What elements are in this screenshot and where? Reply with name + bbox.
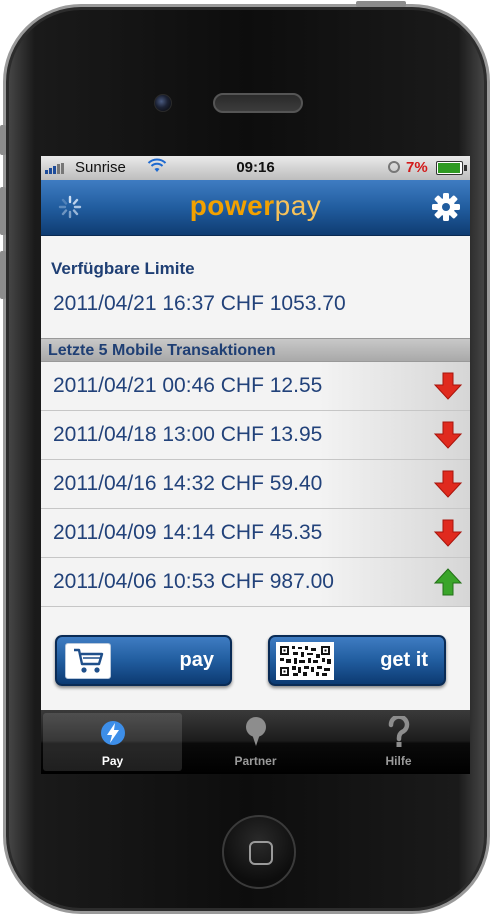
arrow-down-icon xyxy=(433,421,463,449)
tab-pay[interactable]: Pay xyxy=(43,713,182,771)
app-logo: powerpay xyxy=(41,190,470,222)
battery-icon xyxy=(436,161,467,175)
mute-switch xyxy=(0,125,6,155)
transactions-list: 2011/04/21 00:46 CHF 12.55 2011/04/18 13… xyxy=(41,362,470,607)
cart-icon xyxy=(65,643,111,679)
volume-up-button xyxy=(0,187,6,235)
transaction-row[interactable]: 2011/04/16 14:32 CHF 59.40 xyxy=(41,460,470,509)
pay-button-label: pay xyxy=(179,649,214,671)
transaction-text: 2011/04/16 14:32 CHF 59.40 xyxy=(53,472,323,495)
get-it-button[interactable]: get it xyxy=(268,635,446,686)
limit-title: Verfügbare Limite xyxy=(51,259,195,278)
screen: Sunrise 09:16 7% powerpay Verfügbare Lim… xyxy=(41,156,470,774)
question-icon xyxy=(388,714,409,747)
logo-power-text: power xyxy=(189,190,275,221)
arrow-down-icon xyxy=(433,372,463,400)
pay-icon xyxy=(100,721,125,745)
transactions-header: Letzte 5 Mobile Transaktionen xyxy=(41,338,470,362)
transaction-row[interactable]: 2011/04/21 00:46 CHF 12.55 xyxy=(41,362,470,411)
transaction-row[interactable]: 2011/04/09 14:14 CHF 45.35 xyxy=(41,509,470,558)
pay-button[interactable]: pay xyxy=(55,635,232,686)
transaction-row[interactable]: 2011/04/18 13:00 CHF 13.95 xyxy=(41,411,470,460)
tab-pay-label: Pay xyxy=(101,754,124,768)
arrow-down-icon xyxy=(433,470,463,498)
power-button xyxy=(356,1,406,7)
tab-hilfe[interactable]: Hilfe xyxy=(327,710,470,774)
qr-code-icon xyxy=(276,642,334,680)
get-it-button-label: get it xyxy=(380,649,428,671)
rotation-lock-icon xyxy=(388,161,400,173)
tab-bar: Pay Partner Hilfe xyxy=(41,710,470,774)
home-button[interactable] xyxy=(222,815,296,889)
arrow-up-icon xyxy=(433,568,463,596)
arrow-down-icon xyxy=(433,519,463,547)
transaction-text: 2011/04/09 14:14 CHF 45.35 xyxy=(53,521,323,544)
nav-bar: powerpay xyxy=(41,180,470,236)
transaction-row[interactable]: 2011/04/06 10:53 CHF 987.00 xyxy=(41,558,470,607)
volume-down-button xyxy=(0,251,6,299)
transactions-header-label: Letzte 5 Mobile Transaktionen xyxy=(48,342,276,359)
battery-percent: 7% xyxy=(406,159,428,176)
earpiece-speaker xyxy=(213,93,303,113)
map-pin-icon xyxy=(245,717,266,746)
limit-value: 2011/04/21 16:37 CHF 1053.70 xyxy=(53,292,346,315)
transaction-text: 2011/04/06 10:53 CHF 987.00 xyxy=(53,570,334,593)
transaction-text: 2011/04/18 13:00 CHF 13.95 xyxy=(53,423,323,446)
status-bar: Sunrise 09:16 7% xyxy=(41,156,470,180)
gear-icon[interactable] xyxy=(430,191,462,223)
tab-hilfe-label: Hilfe xyxy=(385,754,412,768)
tab-partner[interactable]: Partner xyxy=(184,710,327,774)
transaction-text: 2011/04/21 00:46 CHF 12.55 xyxy=(53,374,323,397)
front-camera xyxy=(154,94,172,112)
tab-partner-label: Partner xyxy=(234,754,277,768)
logo-pay-text: pay xyxy=(274,190,322,221)
